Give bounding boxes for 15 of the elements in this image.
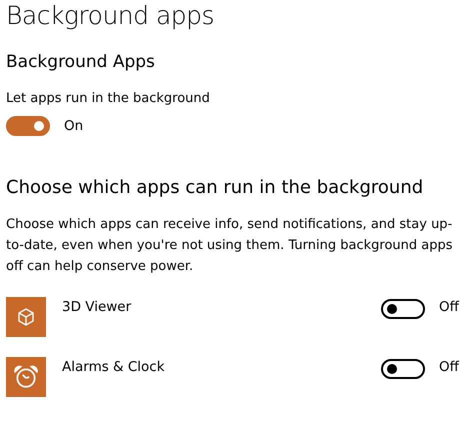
section-heading: Background Apps bbox=[6, 51, 156, 74]
app-name: 3D Viewer bbox=[62, 299, 132, 315]
toggle-state-label: Off bbox=[439, 359, 460, 375]
description-text: Choose which apps can receive info, send notifications, and stay up-to-date, even when you're not using them. Turning background apps off can help conserve power. bbox=[6, 216, 454, 276]
app-name: Alarms & Clock bbox=[62, 359, 166, 375]
page-title: Background apps bbox=[6, 0, 216, 32]
toggle-switch[interactable] bbox=[6, 116, 50, 136]
toggle-state-label: On bbox=[64, 118, 84, 134]
section-heading: Choose which apps can run in the background bbox=[6, 176, 424, 200]
alarm-clock-icon bbox=[13, 364, 39, 390]
toggle-switch[interactable] bbox=[381, 299, 425, 319]
toggle-state-label: Off bbox=[439, 299, 460, 315]
cube-icon bbox=[16, 307, 36, 327]
toggle-switch[interactable] bbox=[381, 359, 425, 379]
setting-label: Let apps run in the background bbox=[6, 90, 211, 108]
